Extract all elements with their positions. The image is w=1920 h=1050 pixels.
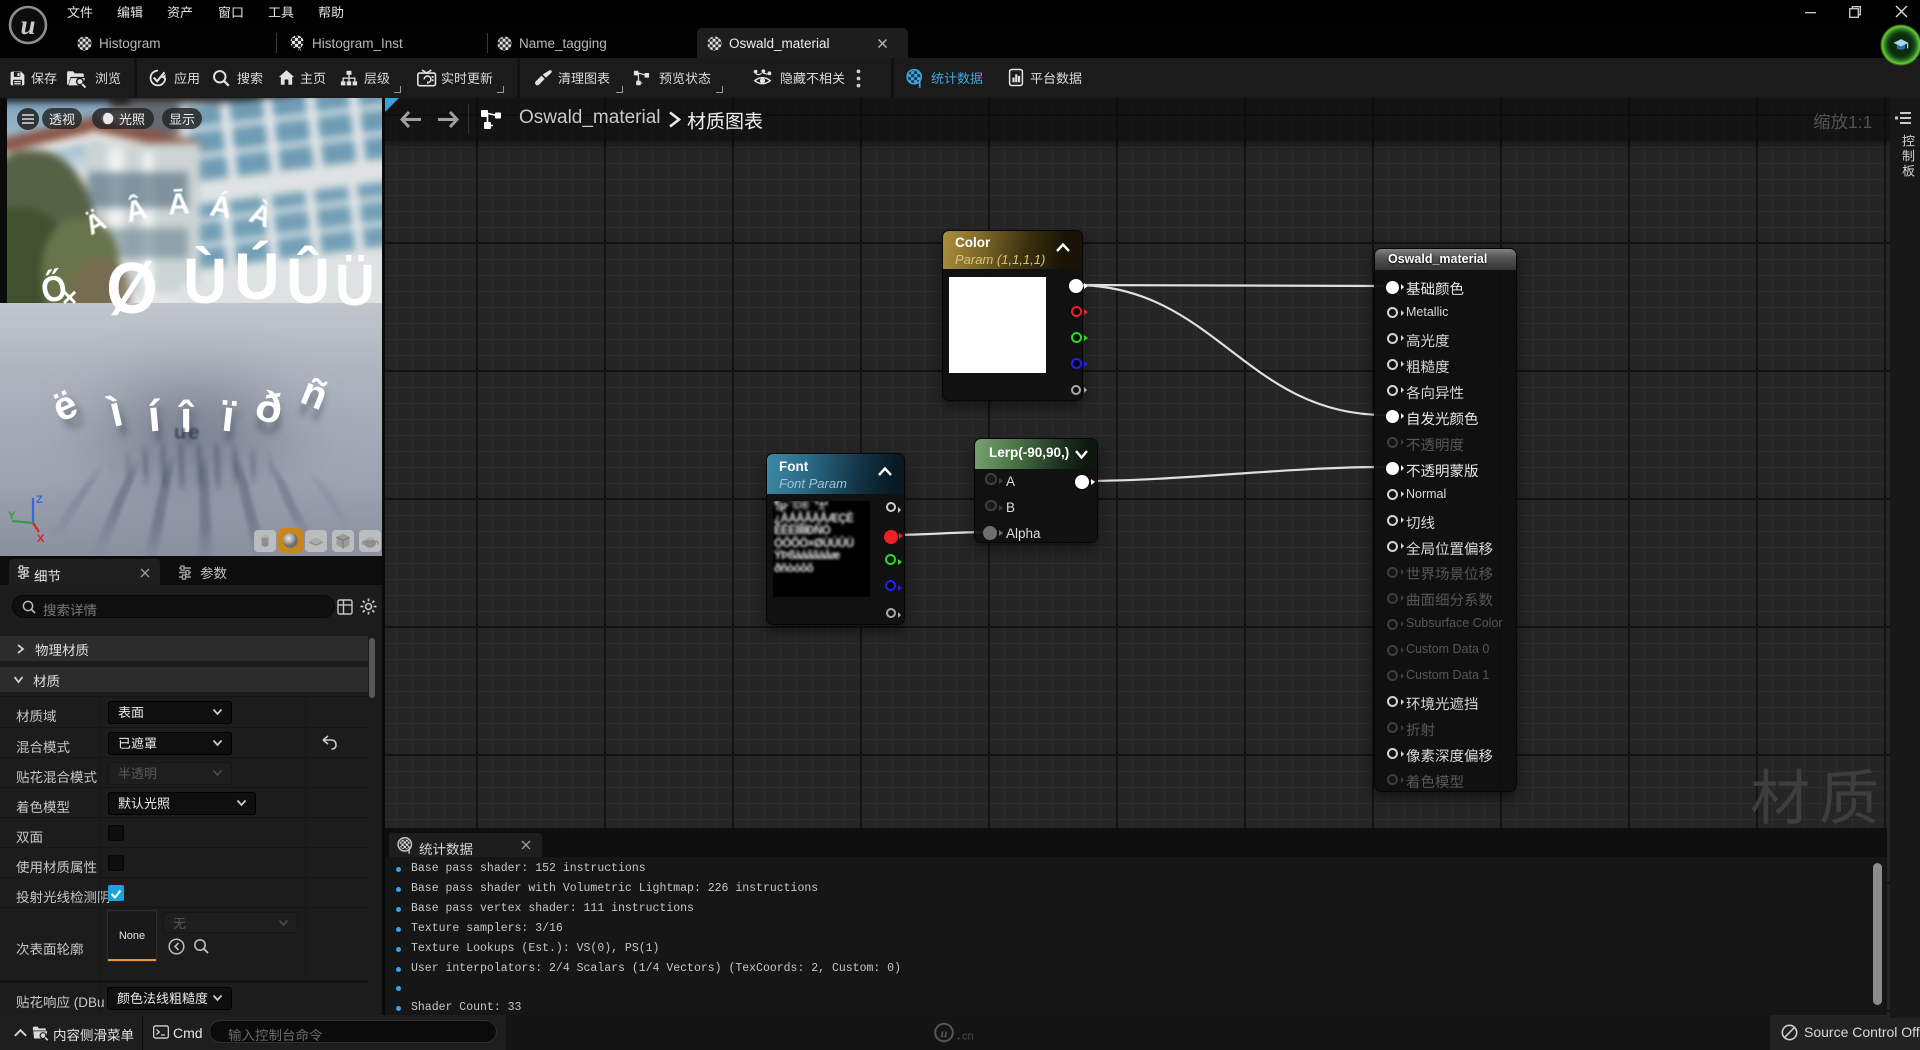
svg-text:cn: cn: [962, 1031, 974, 1043]
svg-text:Y: Y: [8, 510, 16, 522]
svg-text:x: x: [297, 44, 302, 52]
svg-text:u: u: [940, 1026, 947, 1041]
svg-text:X: X: [37, 533, 45, 545]
svg-text:i: i: [408, 845, 411, 854]
svg-text:Z: Z: [36, 494, 43, 506]
svg-text:u: u: [20, 10, 35, 40]
